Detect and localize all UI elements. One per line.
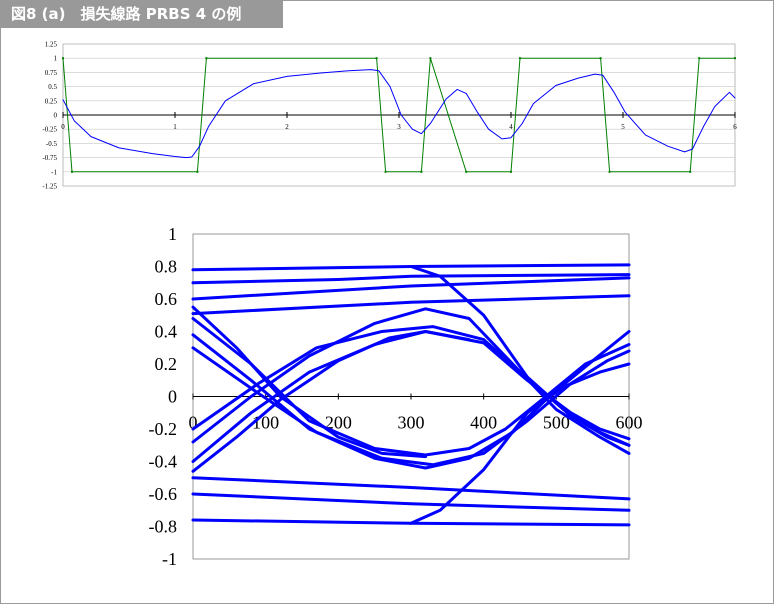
figure-frame: 図8 (a) 損失線路 PRBS 4 の例 1.25 1 0.75 0.5 0.25 0-… (0, 0, 774, 604)
series-marker (518, 57, 521, 60)
x-tick-label: 600 (616, 413, 643, 433)
x-tick-label: 6 (733, 123, 737, 131)
y-tick-label: -0.8 (149, 517, 178, 537)
series-marker (689, 170, 692, 173)
x-tick-label: 5 (621, 123, 625, 131)
series-marker (510, 170, 512, 173)
series-marker (420, 170, 423, 173)
series-marker (70, 170, 73, 173)
y-tick-label: 0.8 (155, 257, 178, 277)
x-tick-label: 4 (509, 123, 513, 131)
y-tick-label: 0.25 (45, 97, 58, 105)
series-marker (375, 57, 378, 60)
y-tick-label: 0 (168, 387, 177, 407)
series-marker (205, 57, 208, 60)
y-tick-label: -0.2 (149, 419, 178, 439)
y-tick-label: -0.5 (46, 140, 58, 148)
plots-canvas: 1.2510.750.50.250-0.25-0.5-0.75-1-1.250 1… (42, 41, 737, 570)
series-marker (196, 170, 199, 173)
x-tick-label: 400 (470, 413, 497, 433)
x-tick-label: 100 (252, 413, 279, 433)
y-tick-label: 0.5 (48, 83, 57, 91)
y-tick-label: -1 (51, 168, 57, 176)
y-tick-label: -0.4 (149, 452, 178, 472)
series-marker (734, 57, 736, 60)
series-marker (608, 170, 611, 173)
series-marker (384, 170, 387, 173)
y-tick-label: -0.25 (42, 126, 57, 134)
series-marker (465, 170, 468, 173)
x-tick-label: 2 (285, 123, 289, 131)
y-tick-label: 0 (54, 112, 58, 120)
y-tick-label: 0.2 (155, 354, 178, 374)
x-tick-label: 300 (398, 413, 425, 433)
y-tick-label: 1 (54, 55, 58, 63)
series-marker (429, 57, 432, 60)
series-marker (62, 57, 64, 60)
y-tick-label: -1.25 (42, 183, 57, 191)
y-tick-label: 1.25 (45, 41, 58, 49)
y-tick-label: -0.75 (42, 154, 57, 162)
x-tick-label: 0 (61, 123, 65, 131)
y-tick-label: 0.75 (45, 69, 58, 77)
y-tick-label: -0.6 (149, 484, 178, 504)
x-tick-label: 3 (397, 123, 401, 131)
x-tick-label: 1 (173, 123, 177, 131)
chart-2: 10.80.60.40.20-0.2-0.4-0.6-0.8-10 100 200 3… (149, 224, 643, 569)
y-tick-label: 0.4 (155, 322, 178, 342)
chart-1: 1.25 1 0.75 0.5 0.25 0 -0.25 -0.5 -0.75 -1 -1.25 0 1… (42, 41, 737, 191)
y-tick-label: 0.6 (155, 289, 178, 309)
y-tick-label: 1 (168, 224, 177, 244)
series-marker (599, 57, 602, 60)
y-tick-label: -1 (162, 549, 177, 569)
series-marker (698, 57, 701, 60)
